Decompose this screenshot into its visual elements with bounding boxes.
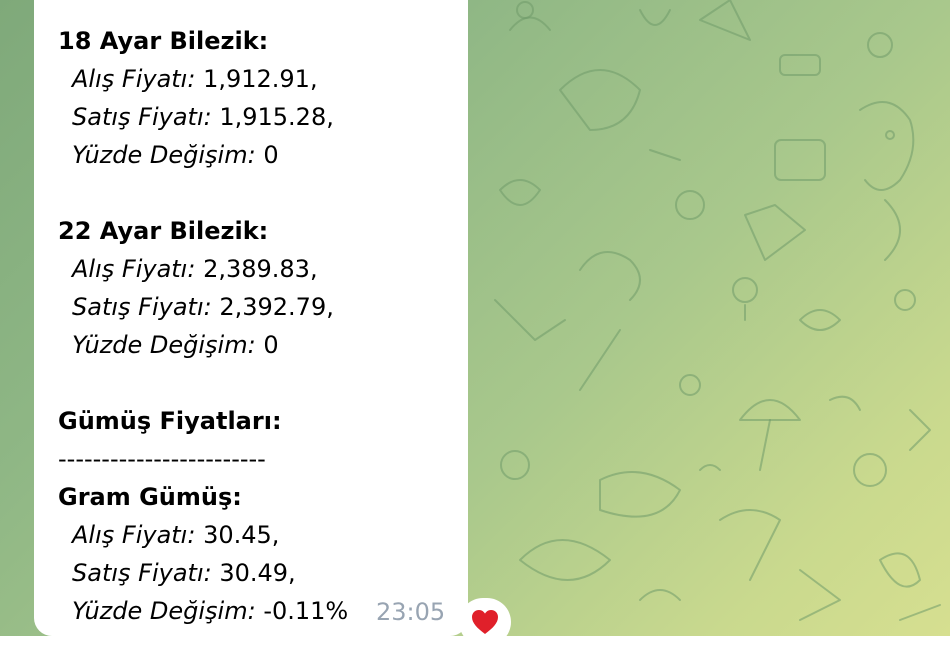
divider-line: ------------------------: [58, 445, 266, 473]
row-key: Yüzde Değişim:: [72, 597, 256, 625]
price-row-sell: Satış Fiyatı: 2,392.79,: [58, 288, 468, 326]
reaction-badge[interactable]: [459, 598, 511, 646]
row-value: 30.49,: [211, 559, 296, 587]
row-key: Satış Fiyatı:: [72, 293, 212, 321]
gold-22k-bracelet-section: 22 Ayar Bilezik: Alış Fiyatı: 2,389.83, …: [58, 212, 468, 364]
price-row-change: Yüzde Değişim: 0: [58, 326, 468, 364]
price-row-buy: Alış Fiyatı: 30.45,: [58, 516, 468, 554]
row-value: 0: [255, 141, 279, 169]
section-heading: 18 Ayar Bilezik:: [58, 27, 269, 55]
message-timestamp: 23:05: [376, 598, 446, 626]
price-row-sell: Satış Fiyatı: 1,915.28,: [58, 98, 468, 136]
message-bubble[interactable]: 18 Ayar Bilezik: Alış Fiyatı: 1,912.91, …: [34, 0, 468, 636]
price-row-change: Yüzde Değişim: 0: [58, 136, 468, 174]
line-spacer: [58, 174, 468, 212]
subsection-heading: Gram Gümüş:: [58, 483, 242, 511]
price-row-buy: Alış Fiyatı: 2,389.83,: [58, 250, 468, 288]
line-spacer: [58, 364, 468, 402]
silver-prices-section: Gümüş Fiyatları: -----------------------…: [58, 402, 468, 630]
gold-18k-bracelet-section: 18 Ayar Bilezik: Alış Fiyatı: 1,912.91, …: [58, 22, 468, 174]
row-value: -0.11%: [255, 597, 349, 625]
section-heading: Gümüş Fiyatları:: [58, 407, 282, 435]
section-heading: 22 Ayar Bilezik:: [58, 217, 269, 245]
row-key: Yüzde Değişim:: [72, 141, 256, 169]
row-value: 2,389.83,: [195, 255, 318, 283]
row-key: Satış Fiyatı:: [72, 103, 212, 131]
price-row-buy: Alış Fiyatı: 1,912.91,: [58, 60, 468, 98]
row-key: Alış Fiyatı:: [72, 65, 196, 93]
row-value: 0: [255, 331, 279, 359]
price-row-sell: Satış Fiyatı: 30.49,: [58, 554, 468, 592]
heart-icon: [472, 610, 498, 634]
row-value: 1,912.91,: [195, 65, 318, 93]
row-key: Satış Fiyatı:: [72, 559, 212, 587]
row-key: Alış Fiyatı:: [72, 255, 196, 283]
row-value: 2,392.79,: [211, 293, 334, 321]
row-key: Alış Fiyatı:: [72, 521, 196, 549]
row-key: Yüzde Değişim:: [72, 331, 256, 359]
row-value: 30.45,: [195, 521, 280, 549]
row-value: 1,915.28,: [211, 103, 334, 131]
